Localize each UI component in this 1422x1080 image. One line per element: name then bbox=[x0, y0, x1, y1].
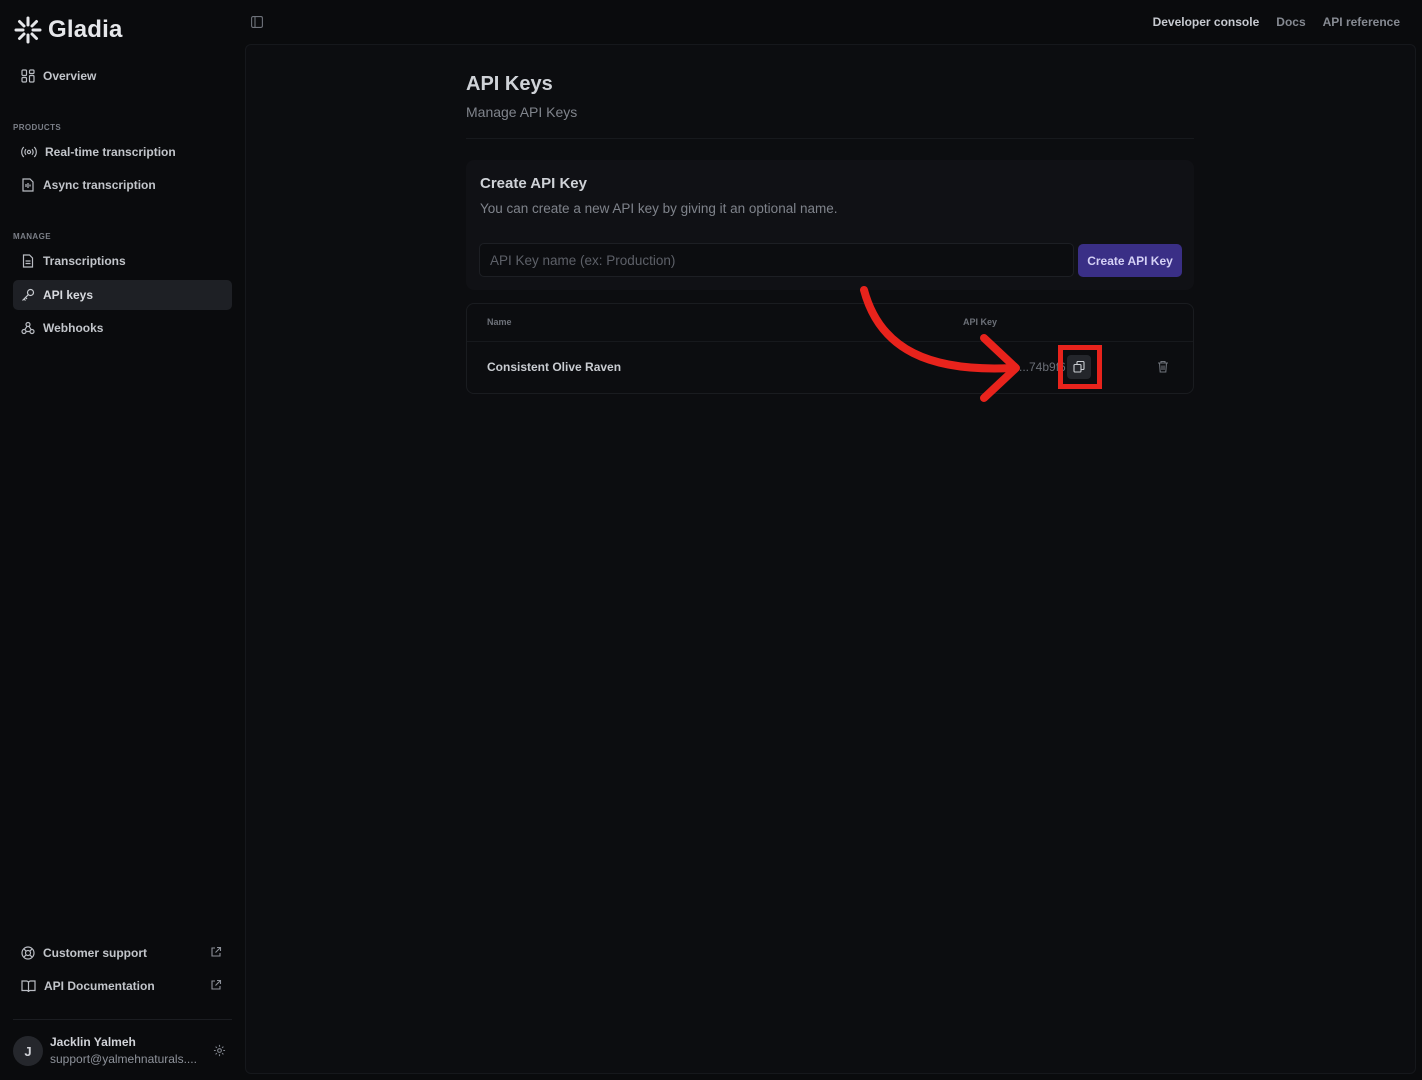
user-name: Jacklin Yalmeh bbox=[50, 1035, 136, 1049]
sidebar-item-label: API keys bbox=[43, 288, 94, 302]
external-link-icon bbox=[211, 946, 222, 957]
sidebar-item-webhooks[interactable]: Webhooks bbox=[13, 313, 232, 343]
user-profile[interactable]: J Jacklin Yalmeh support@yalmehnaturals.… bbox=[13, 1034, 232, 1068]
brand-name: Gladia bbox=[48, 16, 123, 43]
sidebar-item-async[interactable]: Async transcription bbox=[13, 170, 232, 200]
external-link-icon bbox=[211, 979, 222, 990]
webhook-icon bbox=[21, 321, 35, 335]
sidebar-item-label: API Documentation bbox=[44, 979, 155, 993]
sidebar-item-label: Webhooks bbox=[43, 321, 104, 335]
card-description: You can create a new API key by giving i… bbox=[480, 201, 838, 216]
sidebar: Gladia Overview PRODUCTS Real-time trans… bbox=[0, 0, 245, 1080]
annotation-highlight bbox=[1058, 345, 1102, 389]
sidebar-item-label: Async transcription bbox=[43, 178, 156, 192]
key-name-cell: Consistent Olive Raven bbox=[487, 360, 622, 374]
sidebar-item-label: Real-time transcription bbox=[45, 145, 176, 159]
section-label-manage: MANAGE bbox=[13, 232, 51, 241]
sidebar-item-customer-support[interactable]: Customer support bbox=[13, 938, 232, 968]
gear-icon[interactable] bbox=[213, 1044, 226, 1057]
sidebar-item-api-documentation[interactable]: API Documentation bbox=[13, 971, 232, 1001]
trash-icon[interactable] bbox=[1157, 360, 1169, 373]
api-key-name-input[interactable] bbox=[479, 243, 1074, 277]
book-icon bbox=[21, 980, 36, 993]
page-title: API Keys bbox=[466, 73, 553, 95]
radio-icon bbox=[21, 146, 37, 158]
nav-link-docs[interactable]: Docs bbox=[1276, 15, 1305, 29]
divider bbox=[467, 341, 1193, 342]
top-nav: Developer console Docs API reference bbox=[1153, 15, 1400, 29]
sidebar-item-realtime[interactable]: Real-time transcription bbox=[13, 137, 232, 167]
sidebar-item-label: Customer support bbox=[43, 946, 148, 960]
page-subtitle: Manage API Keys bbox=[466, 104, 578, 120]
gladia-logo-icon bbox=[14, 16, 42, 44]
column-header-name: Name bbox=[487, 317, 512, 327]
divider bbox=[13, 1019, 232, 1020]
lifebuoy-icon bbox=[21, 946, 35, 960]
annotation-arrow-icon bbox=[860, 286, 1020, 402]
nav-link-developer-console[interactable]: Developer console bbox=[1153, 15, 1260, 29]
nav-link-api-reference[interactable]: API reference bbox=[1323, 15, 1400, 29]
section-label-products: PRODUCTS bbox=[13, 123, 62, 132]
brand-logo[interactable]: Gladia bbox=[14, 14, 123, 46]
divider bbox=[466, 138, 1194, 139]
avatar: J bbox=[13, 1036, 43, 1066]
document-icon bbox=[22, 254, 34, 268]
sidebar-toggle-icon[interactable] bbox=[251, 16, 263, 28]
create-api-key-card: Create API Key You can create a new API … bbox=[466, 160, 1194, 290]
sidebar-item-api-keys[interactable]: API keys bbox=[13, 280, 232, 310]
grid-icon bbox=[21, 69, 35, 83]
sidebar-item-label: Overview bbox=[43, 69, 97, 83]
file-audio-icon bbox=[22, 178, 34, 192]
sidebar-item-label: Transcriptions bbox=[43, 254, 126, 268]
create-api-key-button[interactable]: Create API Key bbox=[1078, 244, 1182, 277]
sidebar-item-transcriptions[interactable]: Transcriptions bbox=[13, 246, 232, 276]
key-icon bbox=[22, 288, 35, 301]
sidebar-item-overview[interactable]: Overview bbox=[13, 61, 232, 91]
user-email: support@yalmehnaturals.... bbox=[50, 1052, 197, 1066]
card-title: Create API Key bbox=[480, 175, 587, 192]
